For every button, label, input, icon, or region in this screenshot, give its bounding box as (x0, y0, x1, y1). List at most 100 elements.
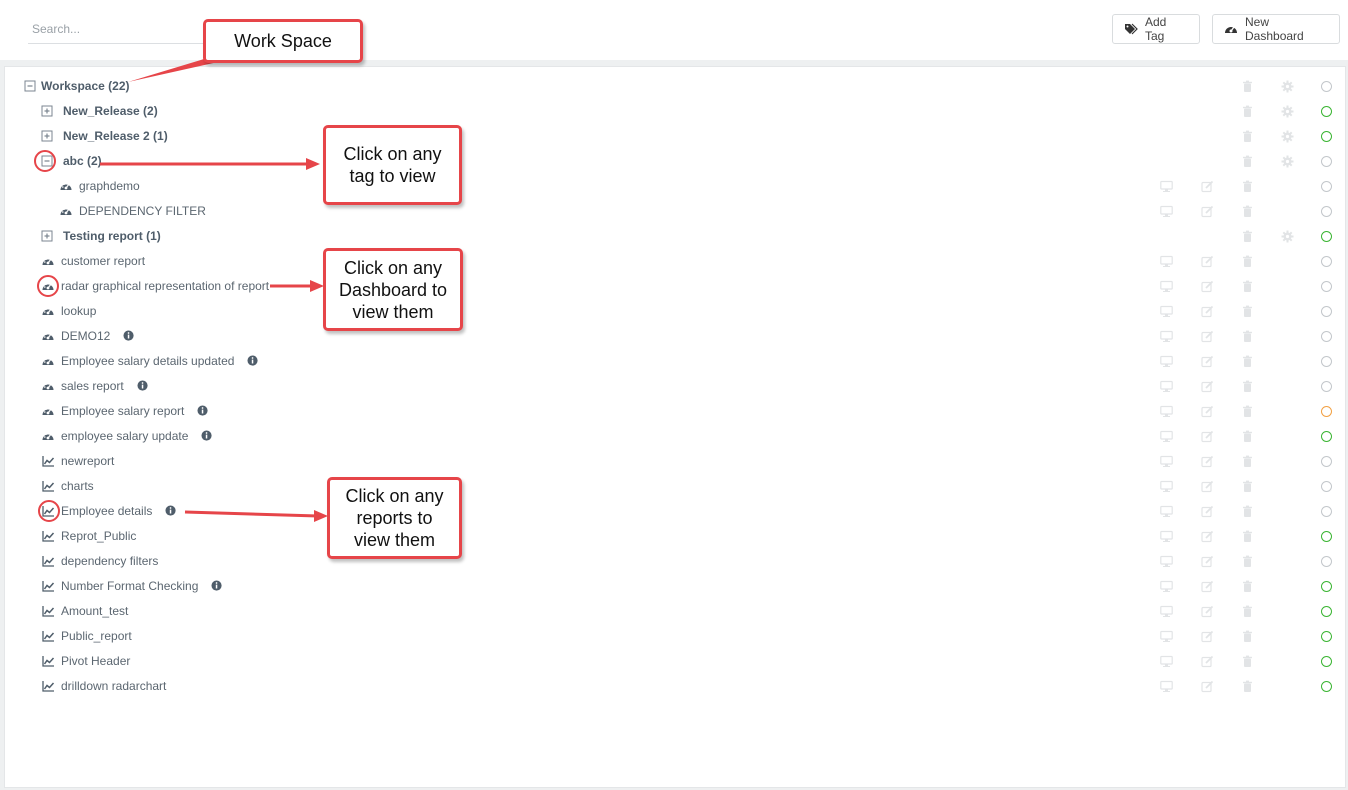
tree-item-row[interactable]: radar graphical representation of report (5, 274, 1347, 299)
status-circle[interactable] (1321, 306, 1332, 317)
tree-row-label[interactable]: DEMO12 (61, 324, 110, 349)
tree-item-row[interactable]: charts (5, 474, 1347, 499)
tree-item-row[interactable]: Pivot Header (5, 649, 1347, 674)
gear-icon[interactable] (1281, 130, 1294, 143)
trash-icon[interactable] (1241, 205, 1254, 218)
tree-row-label[interactable]: radar graphical representation of report (61, 274, 269, 299)
trash-icon[interactable] (1241, 155, 1254, 168)
monitor-icon[interactable] (1160, 405, 1173, 418)
edit-icon[interactable] (1201, 255, 1214, 268)
status-circle[interactable] (1321, 106, 1332, 117)
edit-icon[interactable] (1201, 530, 1214, 543)
tree-row-label[interactable]: lookup (61, 299, 96, 324)
tree-row-label[interactable]: employee salary update (61, 424, 188, 449)
edit-icon[interactable] (1201, 405, 1214, 418)
trash-icon[interactable] (1241, 555, 1254, 568)
edit-icon[interactable] (1201, 180, 1214, 193)
tree-item-row[interactable]: Employee salary report (5, 399, 1347, 424)
trash-icon[interactable] (1241, 580, 1254, 593)
gear-icon[interactable] (1281, 155, 1294, 168)
plus-square-icon[interactable] (41, 230, 54, 243)
status-circle[interactable] (1321, 456, 1332, 467)
info-icon[interactable] (197, 405, 209, 417)
tree-row-label[interactable]: drilldown radarchart (61, 674, 166, 699)
trash-icon[interactable] (1241, 280, 1254, 293)
status-circle[interactable] (1321, 681, 1332, 692)
tree-row-label[interactable]: dependency filters (61, 549, 158, 574)
trash-icon[interactable] (1241, 405, 1254, 418)
tree-tag-row[interactable]: Workspace (22) (5, 74, 1347, 99)
info-icon[interactable] (165, 505, 177, 517)
tree-row-label[interactable]: Amount_test (61, 599, 128, 624)
edit-icon[interactable] (1201, 380, 1214, 393)
edit-icon[interactable] (1201, 580, 1214, 593)
tree-tag-row[interactable]: Testing report (1) (5, 224, 1347, 249)
edit-icon[interactable] (1201, 280, 1214, 293)
status-circle[interactable] (1321, 506, 1332, 517)
minus-square-icon[interactable] (24, 80, 37, 93)
trash-icon[interactable] (1241, 380, 1254, 393)
edit-icon[interactable] (1201, 605, 1214, 618)
tree-item-row[interactable]: customer report (5, 249, 1347, 274)
monitor-icon[interactable] (1160, 680, 1173, 693)
new-dashboard-button[interactable]: New Dashboard (1212, 14, 1340, 44)
edit-icon[interactable] (1201, 630, 1214, 643)
tree-row-label[interactable]: Reprot_Public (61, 524, 136, 549)
status-circle[interactable] (1321, 481, 1332, 492)
info-icon[interactable] (247, 355, 259, 367)
trash-icon[interactable] (1241, 430, 1254, 443)
gear-icon[interactable] (1281, 230, 1294, 243)
tree-row-label[interactable]: New_Release (2) (63, 99, 158, 124)
edit-icon[interactable] (1201, 205, 1214, 218)
status-circle[interactable] (1321, 531, 1332, 542)
tree-row-label[interactable]: sales report (61, 374, 124, 399)
trash-icon[interactable] (1241, 505, 1254, 518)
info-icon[interactable] (211, 580, 223, 592)
status-circle[interactable] (1321, 81, 1332, 92)
monitor-icon[interactable] (1160, 605, 1173, 618)
tree-item-row[interactable]: Amount_test (5, 599, 1347, 624)
monitor-icon[interactable] (1160, 430, 1173, 443)
tree-item-row[interactable]: newreport (5, 449, 1347, 474)
edit-icon[interactable] (1201, 455, 1214, 468)
monitor-icon[interactable] (1160, 305, 1173, 318)
trash-icon[interactable] (1241, 180, 1254, 193)
tree-item-row[interactable]: DEPENDENCY FILTER (5, 199, 1347, 224)
edit-icon[interactable] (1201, 355, 1214, 368)
status-circle[interactable] (1321, 181, 1332, 192)
tree-row-label[interactable]: Public_report (61, 624, 132, 649)
add-tag-button[interactable]: Add Tag (1112, 14, 1200, 44)
info-icon[interactable] (137, 380, 149, 392)
tree-row-label[interactable]: charts (61, 474, 94, 499)
trash-icon[interactable] (1241, 130, 1254, 143)
trash-icon[interactable] (1241, 455, 1254, 468)
tree-row-label[interactable]: Employee salary report (61, 399, 184, 424)
tree-item-row[interactable]: drilldown radarchart (5, 674, 1347, 699)
tree-tag-row[interactable]: New_Release (2) (5, 99, 1347, 124)
plus-square-icon[interactable] (41, 130, 54, 143)
status-circle[interactable] (1321, 231, 1332, 242)
edit-icon[interactable] (1201, 505, 1214, 518)
trash-icon[interactable] (1241, 530, 1254, 543)
status-circle[interactable] (1321, 381, 1332, 392)
edit-icon[interactable] (1201, 680, 1214, 693)
edit-icon[interactable] (1201, 430, 1214, 443)
edit-icon[interactable] (1201, 305, 1214, 318)
status-circle[interactable] (1321, 606, 1332, 617)
tree-row-label[interactable]: New_Release 2 (1) (63, 124, 168, 149)
tree-tag-row[interactable]: New_Release 2 (1) (5, 124, 1347, 149)
tree-row-label[interactable]: newreport (61, 449, 114, 474)
monitor-icon[interactable] (1160, 630, 1173, 643)
tree-row-label[interactable]: graphdemo (79, 174, 140, 199)
monitor-icon[interactable] (1160, 655, 1173, 668)
trash-icon[interactable] (1241, 230, 1254, 243)
tree-tag-row[interactable]: abc (2) (5, 149, 1347, 174)
trash-icon[interactable] (1241, 255, 1254, 268)
status-circle[interactable] (1321, 131, 1332, 142)
tree-item-row[interactable]: employee salary update (5, 424, 1347, 449)
edit-icon[interactable] (1201, 480, 1214, 493)
tree-item-row[interactable]: sales report (5, 374, 1347, 399)
trash-icon[interactable] (1241, 605, 1254, 618)
tree-item-row[interactable]: Number Format Checking (5, 574, 1347, 599)
monitor-icon[interactable] (1160, 480, 1173, 493)
